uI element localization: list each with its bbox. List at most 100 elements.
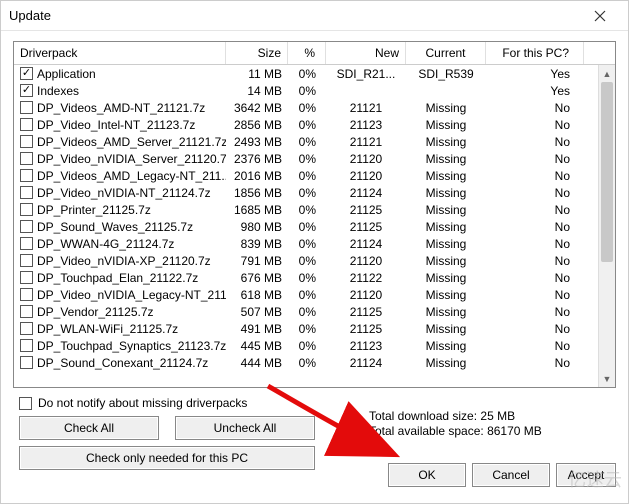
scroll-thumb[interactable] <box>601 82 613 262</box>
row-size: 618 MB <box>226 288 288 302</box>
row-size: 2493 MB <box>226 135 288 149</box>
row-for-this-pc: No <box>486 169 584 183</box>
col-driverpack[interactable]: Driverpack <box>14 42 226 64</box>
row-checkbox[interactable] <box>20 220 33 233</box>
cancel-button[interactable]: Cancel <box>472 463 550 487</box>
row-checkbox[interactable] <box>20 237 33 250</box>
row-percent: 0% <box>288 101 326 115</box>
row-for-this-pc: No <box>486 339 584 353</box>
row-checkbox[interactable] <box>20 118 33 131</box>
row-percent: 0% <box>288 67 326 81</box>
row-checkbox[interactable] <box>20 356 33 369</box>
row-size: 676 MB <box>226 271 288 285</box>
table-row[interactable]: DP_Video_nVIDIA_Legacy-NT_211...618 MB0%… <box>14 286 615 303</box>
row-name: DP_Vendor_21125.7z <box>37 305 154 319</box>
row-for-this-pc: No <box>486 271 584 285</box>
row-new: 21121 <box>326 135 406 149</box>
close-icon <box>594 10 606 22</box>
row-new: 21123 <box>326 339 406 353</box>
row-checkbox[interactable] <box>20 84 33 97</box>
vertical-scrollbar[interactable]: ▲ ▼ <box>598 65 615 387</box>
row-percent: 0% <box>288 339 326 353</box>
scroll-down-icon[interactable]: ▼ <box>599 370 615 387</box>
row-current: Missing <box>406 322 486 336</box>
row-percent: 0% <box>288 152 326 166</box>
row-size: 14 MB <box>226 84 288 98</box>
update-dialog: Update Driverpack Size % New Current For… <box>0 0 629 504</box>
table-row[interactable]: DP_Videos_AMD-NT_21121.7z3642 MB0%21121M… <box>14 99 615 116</box>
list-body[interactable]: Application11 MB0%SDI_R21...SDI_R539YesI… <box>14 65 615 387</box>
row-for-this-pc: No <box>486 254 584 268</box>
table-row[interactable]: Application11 MB0%SDI_R21...SDI_R539Yes <box>14 65 615 82</box>
row-checkbox[interactable] <box>20 152 33 165</box>
col-for-this-pc[interactable]: For this PC? <box>486 42 584 64</box>
row-new: 21120 <box>326 254 406 268</box>
row-checkbox[interactable] <box>20 305 33 318</box>
check-this-pc-button[interactable]: Check only needed for this PC <box>19 446 315 470</box>
table-row[interactable]: Indexes14 MB0%Yes <box>14 82 615 99</box>
row-name: DP_Printer_21125.7z <box>37 203 151 217</box>
table-row[interactable]: DP_Video_nVIDIA_Server_21120.7z2376 MB0%… <box>14 150 615 167</box>
row-for-this-pc: No <box>486 220 584 234</box>
col-size[interactable]: Size <box>226 42 288 64</box>
row-current: Missing <box>406 271 486 285</box>
notify-checkbox[interactable] <box>19 397 32 410</box>
total-space-label: Total available space: 86170 MB <box>369 424 542 439</box>
col-percent[interactable]: % <box>288 42 326 64</box>
row-checkbox[interactable] <box>20 67 33 80</box>
row-checkbox[interactable] <box>20 288 33 301</box>
table-row[interactable]: DP_WWAN-4G_21124.7z839 MB0%21124MissingN… <box>14 235 615 252</box>
close-button[interactable] <box>580 2 620 30</box>
row-current: Missing <box>406 339 486 353</box>
row-new: 21125 <box>326 220 406 234</box>
row-size: 980 MB <box>226 220 288 234</box>
row-size: 507 MB <box>226 305 288 319</box>
row-checkbox[interactable] <box>20 271 33 284</box>
table-row[interactable]: DP_Touchpad_Elan_21122.7z676 MB0%21122Mi… <box>14 269 615 286</box>
row-name: DP_Videos_AMD_Server_21121.7z <box>37 135 226 149</box>
table-row[interactable]: DP_Printer_21125.7z1685 MB0%21125Missing… <box>14 201 615 218</box>
row-size: 11 MB <box>226 67 288 81</box>
window-title: Update <box>9 8 580 23</box>
table-row[interactable]: DP_Videos_AMD_Legacy-NT_211...2016 MB0%2… <box>14 167 615 184</box>
table-row[interactable]: DP_Touchpad_Synaptics_21123.7z445 MB0%21… <box>14 337 615 354</box>
watermark: 亿速云 <box>568 464 629 497</box>
row-checkbox[interactable] <box>20 254 33 267</box>
row-checkbox[interactable] <box>20 339 33 352</box>
row-checkbox[interactable] <box>20 101 33 114</box>
scroll-up-icon[interactable]: ▲ <box>599 65 615 82</box>
table-row[interactable]: DP_Video_Intel-NT_21123.7z2856 MB0%21123… <box>14 116 615 133</box>
notify-row: Do not notify about missing driverpacks <box>19 396 614 410</box>
row-percent: 0% <box>288 84 326 98</box>
row-percent: 0% <box>288 118 326 132</box>
table-row[interactable]: DP_Sound_Conexant_21124.7z444 MB0%21124M… <box>14 354 615 371</box>
row-checkbox[interactable] <box>20 135 33 148</box>
row-current: Missing <box>406 220 486 234</box>
table-row[interactable]: DP_WLAN-WiFi_21125.7z491 MB0%21125Missin… <box>14 320 615 337</box>
check-all-button[interactable]: Check All <box>19 416 159 440</box>
row-checkbox[interactable] <box>20 169 33 182</box>
table-row[interactable]: DP_Video_nVIDIA-NT_21124.7z1856 MB0%2112… <box>14 184 615 201</box>
row-for-this-pc: No <box>486 322 584 336</box>
col-new[interactable]: New <box>326 42 406 64</box>
uncheck-all-button[interactable]: Uncheck All <box>175 416 315 440</box>
row-percent: 0% <box>288 271 326 285</box>
row-name: DP_Video_nVIDIA_Legacy-NT_211... <box>37 288 226 302</box>
row-new: 21120 <box>326 169 406 183</box>
table-row[interactable]: DP_Videos_AMD_Server_21121.7z2493 MB0%21… <box>14 133 615 150</box>
row-checkbox[interactable] <box>20 322 33 335</box>
row-checkbox[interactable] <box>20 186 33 199</box>
row-new: 21124 <box>326 237 406 251</box>
row-checkbox[interactable] <box>20 203 33 216</box>
row-for-this-pc: No <box>486 203 584 217</box>
ok-button[interactable]: OK <box>388 463 466 487</box>
table-row[interactable]: DP_Sound_Waves_21125.7z980 MB0%21125Miss… <box>14 218 615 235</box>
col-current[interactable]: Current <box>406 42 486 64</box>
table-row[interactable]: DP_Vendor_21125.7z507 MB0%21125MissingNo <box>14 303 615 320</box>
row-current: Missing <box>406 101 486 115</box>
row-for-this-pc: No <box>486 186 584 200</box>
row-current: Missing <box>406 305 486 319</box>
table-row[interactable]: DP_Video_nVIDIA-XP_21120.7z791 MB0%21120… <box>14 252 615 269</box>
row-for-this-pc: No <box>486 101 584 115</box>
row-name: DP_Video_nVIDIA-NT_21124.7z <box>37 186 211 200</box>
